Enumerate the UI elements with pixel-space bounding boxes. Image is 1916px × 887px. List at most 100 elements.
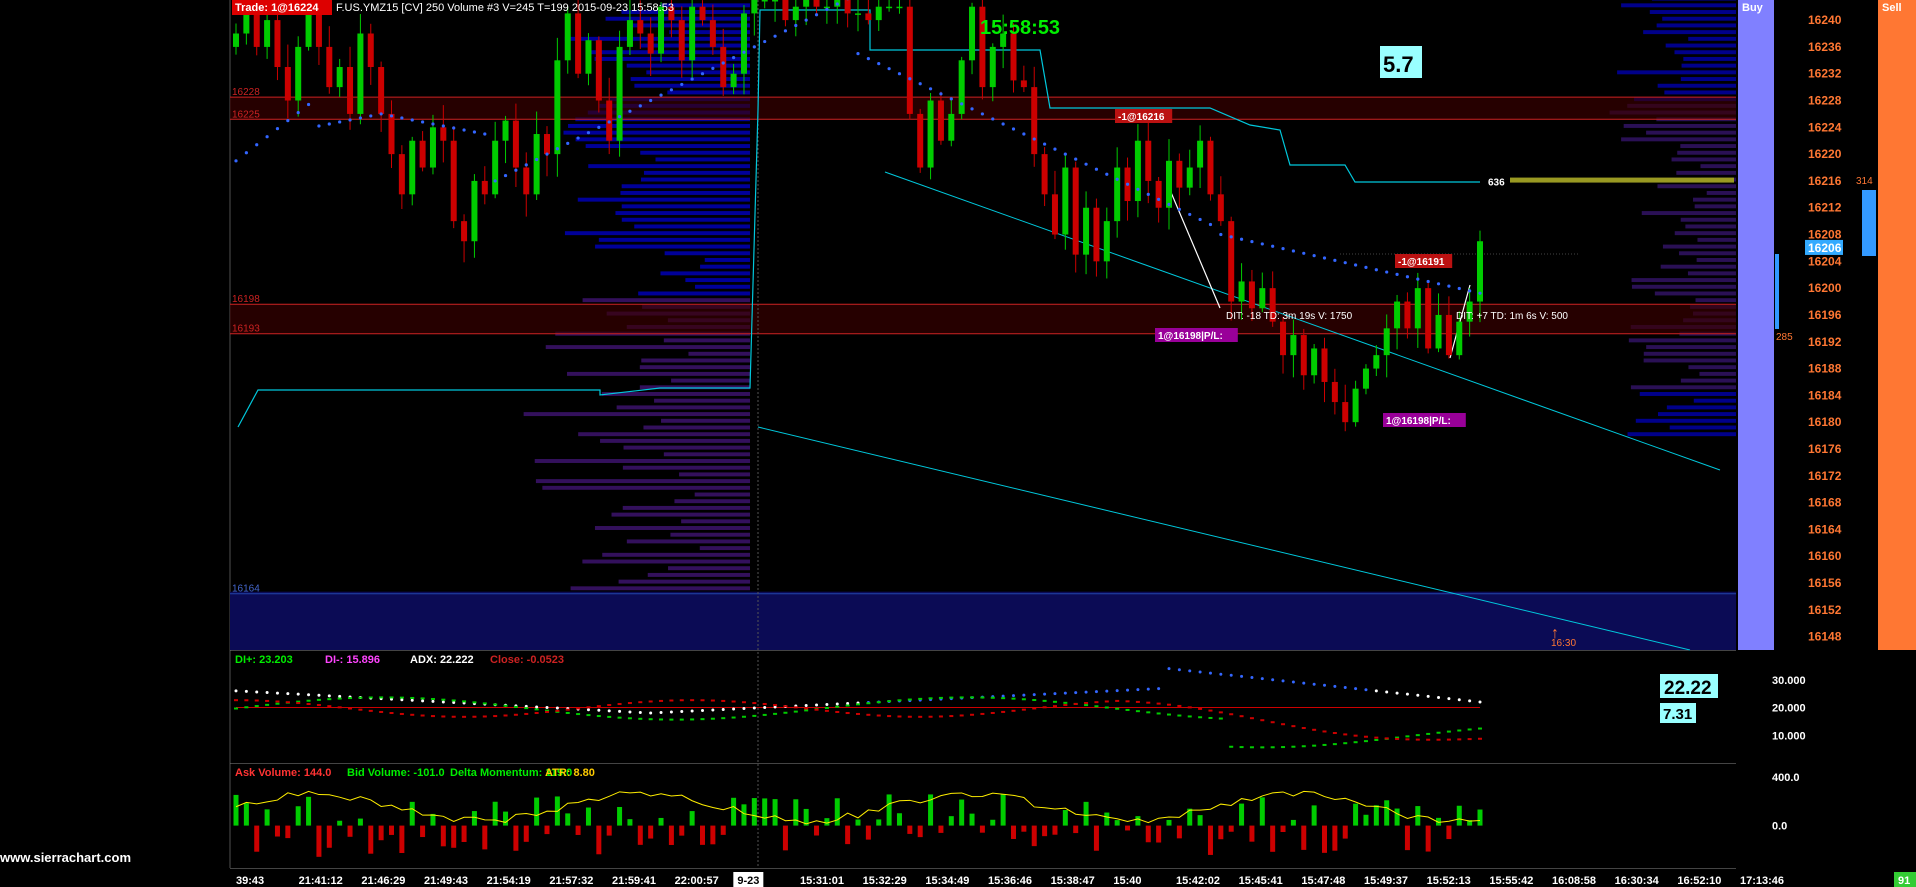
adx-dot — [1374, 689, 1378, 693]
profile-bar — [563, 130, 750, 135]
profile-bar — [674, 499, 750, 504]
value-box: 5.7 — [1383, 52, 1414, 77]
candle-body — [772, 0, 779, 2]
sar-dot — [348, 118, 352, 122]
sar-dot — [638, 104, 642, 108]
di-plus-mark — [1249, 746, 1254, 749]
sar-dot — [503, 173, 508, 178]
profile-bar — [1628, 338, 1736, 343]
di-plus-mark — [596, 715, 601, 718]
delta-bar — [316, 825, 322, 857]
adx-dot — [1053, 692, 1057, 696]
delta-bar — [534, 797, 540, 826]
di-plus-mark — [389, 696, 394, 699]
trade-label-buy-2: 1@16198|P/L: — [1386, 416, 1451, 427]
adx-dot — [421, 699, 425, 703]
di-minus-mark — [928, 715, 933, 718]
di-minus-mark — [1177, 704, 1182, 707]
di-plus-mark — [710, 717, 715, 720]
delta-bar — [1062, 810, 1068, 826]
adx-dot — [296, 692, 300, 696]
di-plus-mark — [534, 708, 539, 711]
candle-body — [813, 0, 820, 7]
sar-dot — [649, 98, 653, 103]
sar-dot — [1001, 122, 1005, 126]
adx-dot — [1323, 683, 1326, 687]
profile-bar — [1664, 90, 1736, 95]
sar-dot — [1074, 157, 1078, 161]
profile-line-label: 16164 — [232, 584, 260, 595]
sar-dot — [991, 117, 995, 121]
price-tick-label: 16200 — [1808, 281, 1842, 295]
sar-dot — [597, 125, 601, 129]
delta-bar — [440, 825, 446, 847]
candle-body — [1414, 288, 1421, 329]
candle — [1207, 136, 1214, 201]
di-plus-mark — [1167, 713, 1171, 716]
candle-body — [751, 0, 758, 14]
candle-body — [875, 6, 882, 21]
dmi-legend-2: ADX: 22.222 — [410, 654, 474, 666]
di-plus-mark — [306, 699, 311, 702]
profile-bar — [600, 438, 750, 443]
profile-bar — [1656, 23, 1736, 28]
delta-bar — [1114, 820, 1120, 826]
candle-body — [409, 140, 416, 195]
profile-bar — [1662, 244, 1736, 249]
candle-body — [336, 67, 343, 88]
di-plus-mark — [762, 713, 767, 716]
price-tick-label: 16240 — [1808, 13, 1842, 27]
chart-canvas[interactable]: 16228 16225 16198 16193 16164 636 -1@16216 -1@1… — [0, 0, 1916, 887]
sar-dot — [1198, 217, 1202, 222]
candle-body — [1435, 314, 1442, 349]
profile-bar — [1657, 83, 1736, 88]
delta-bar — [368, 825, 374, 854]
delta-bar — [1011, 825, 1016, 839]
candle-body — [1072, 167, 1079, 255]
profile-bar — [1646, 345, 1736, 350]
delta-bar — [907, 825, 913, 834]
profile-bar — [1693, 398, 1736, 403]
di-minus-mark — [1198, 707, 1203, 710]
candle-body — [429, 127, 436, 168]
di-minus-mark — [596, 705, 601, 708]
sar-dot — [1136, 187, 1140, 191]
sar-dot — [794, 23, 798, 28]
sar-dot — [1105, 172, 1109, 176]
candle-body — [1280, 321, 1287, 356]
profile-bar — [1662, 16, 1736, 21]
profile-bar — [621, 204, 750, 209]
candle-body — [461, 221, 468, 242]
di-minus-mark — [1052, 705, 1057, 708]
delta-bar — [233, 794, 239, 826]
olive-level-bar — [1510, 177, 1734, 183]
adx-dot — [535, 705, 539, 709]
di-minus-mark — [793, 706, 798, 709]
adx-dot — [1426, 694, 1430, 698]
profile-bar — [1643, 351, 1736, 356]
di-plus-mark — [1001, 697, 1006, 700]
profile-bar — [661, 418, 750, 423]
di-plus-mark — [783, 711, 788, 714]
candle-body — [1331, 381, 1338, 403]
candle-body — [533, 134, 540, 195]
sar-dot — [980, 112, 985, 116]
di-minus-mark — [1332, 732, 1337, 735]
adx-dot — [1084, 690, 1088, 694]
candle-body — [523, 167, 530, 195]
adx-dot — [618, 709, 622, 713]
adx-dot — [1281, 679, 1285, 683]
di-plus-mark — [793, 710, 798, 713]
sar-dot — [1312, 254, 1316, 258]
time-tick-label: 15:55:42 — [1489, 875, 1533, 887]
candle-body — [1207, 140, 1214, 195]
di-plus-mark — [617, 716, 622, 719]
adx-dot — [815, 703, 819, 707]
adx-dot — [1478, 700, 1482, 704]
adx-dot — [1395, 691, 1399, 695]
price-tick-label: 16148 — [1808, 630, 1842, 644]
di-minus-mark — [234, 699, 238, 702]
di-minus-mark — [1384, 737, 1389, 740]
candle-body — [937, 100, 944, 141]
candle-body — [855, 13, 861, 15]
